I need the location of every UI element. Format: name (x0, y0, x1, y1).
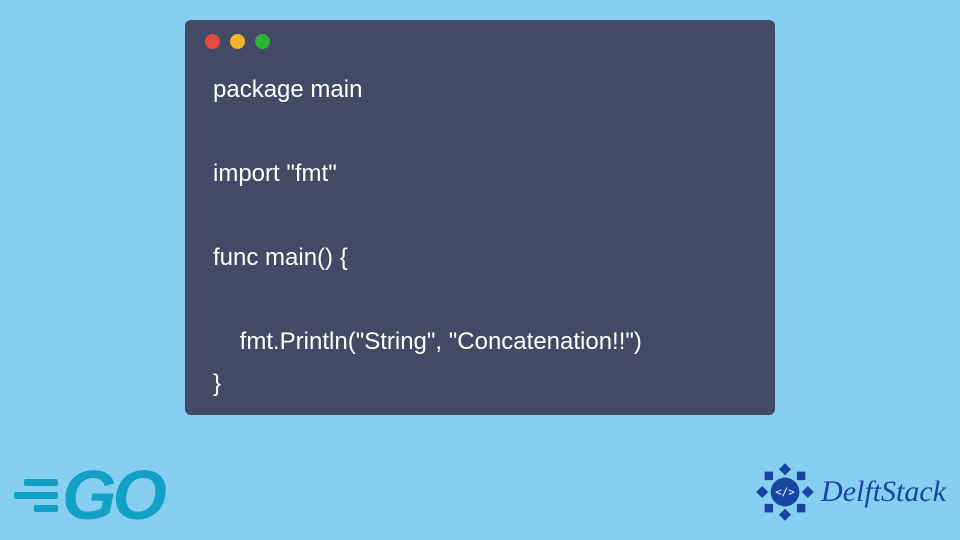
maximize-icon (255, 34, 270, 49)
delftstack-emblem-icon: </> (755, 462, 815, 522)
go-logo: GO (8, 460, 163, 530)
window-controls (185, 34, 775, 59)
minimize-icon (230, 34, 245, 49)
delftstack-logo: </> DelftStack (755, 462, 946, 522)
code-block: package main import "fmt" func main() { … (185, 59, 775, 405)
go-speed-lines-icon (8, 479, 58, 512)
delftstack-code-icon: </> (775, 486, 795, 499)
go-logo-text: GO (62, 460, 163, 530)
code-editor-window: package main import "fmt" func main() { … (185, 20, 775, 415)
delftstack-logo-text: DelftStack (821, 475, 946, 509)
close-icon (205, 34, 220, 49)
page-canvas: package main import "fmt" func main() { … (0, 0, 960, 540)
